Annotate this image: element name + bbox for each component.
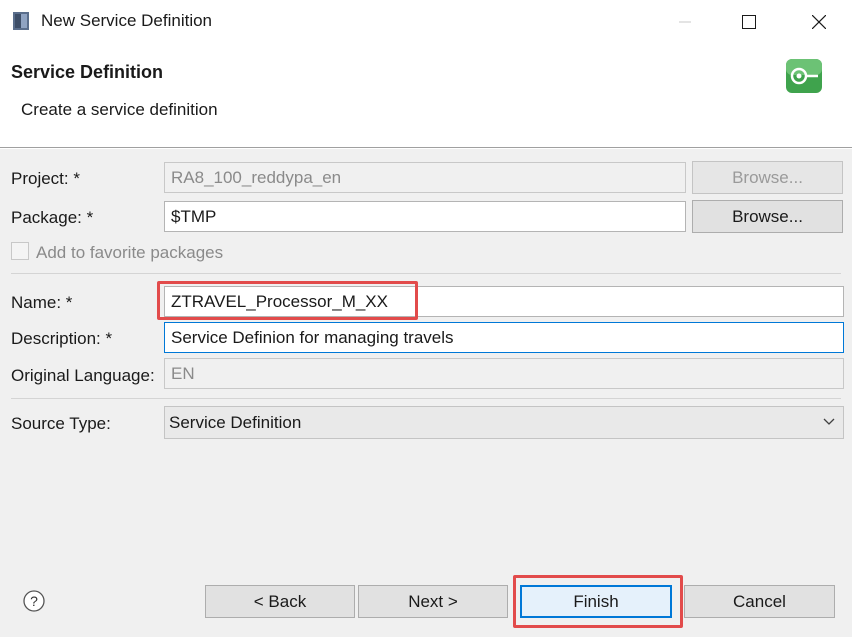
wizard-header [0, 44, 852, 148]
next-label: Next > [408, 591, 458, 611]
name-label: Name: * [11, 293, 73, 312]
minimize-button[interactable] [656, 0, 714, 44]
name-highlight-box [157, 281, 418, 320]
finish-highlight-box [513, 575, 683, 628]
description-label: Description: * [11, 329, 113, 348]
package-label: Package: * [11, 208, 94, 227]
source-type-value: Service Definition [169, 413, 302, 432]
source-type-label: Source Type: [11, 414, 111, 433]
back-button[interactable]: < Back [205, 585, 355, 618]
app-icon [12, 11, 30, 31]
close-button[interactable] [790, 0, 848, 44]
original-language-field[interactable]: EN [164, 358, 844, 389]
page-title: Service Definition [11, 62, 164, 82]
package-browse-button[interactable]: Browse... [692, 200, 843, 233]
service-definition-icon [784, 57, 824, 95]
next-button[interactable]: Next > [358, 585, 508, 618]
favorite-label: Add to favorite packages [36, 243, 224, 262]
back-label: < Back [253, 591, 307, 611]
svg-text:?: ? [30, 593, 38, 609]
maximize-button[interactable] [720, 0, 778, 44]
minimize-icon [679, 21, 691, 23]
project-browse-button[interactable]: Browse... [692, 161, 843, 194]
close-icon [812, 15, 826, 29]
section-divider [11, 273, 841, 274]
package-field[interactable]: $TMP [164, 201, 686, 232]
description-field[interactable]: Service Definion for managing travels [164, 322, 844, 353]
favorite-checkbox[interactable] [11, 242, 29, 260]
cancel-button[interactable]: Cancel [684, 585, 835, 618]
window-title: New Service Definition [41, 11, 213, 30]
chevron-down-icon [822, 414, 836, 434]
page-subtitle: Create a service definition [21, 100, 218, 119]
section-divider-2 [11, 398, 841, 399]
maximize-icon [742, 15, 756, 29]
source-type-select[interactable]: Service Definition [164, 406, 844, 439]
help-icon[interactable]: ? [23, 590, 45, 612]
cancel-label: Cancel [733, 591, 786, 611]
project-field[interactable]: RA8_100_reddypa_en [164, 162, 686, 193]
project-label: Project: * [11, 169, 80, 188]
original-language-label: Original Language: [11, 366, 155, 385]
